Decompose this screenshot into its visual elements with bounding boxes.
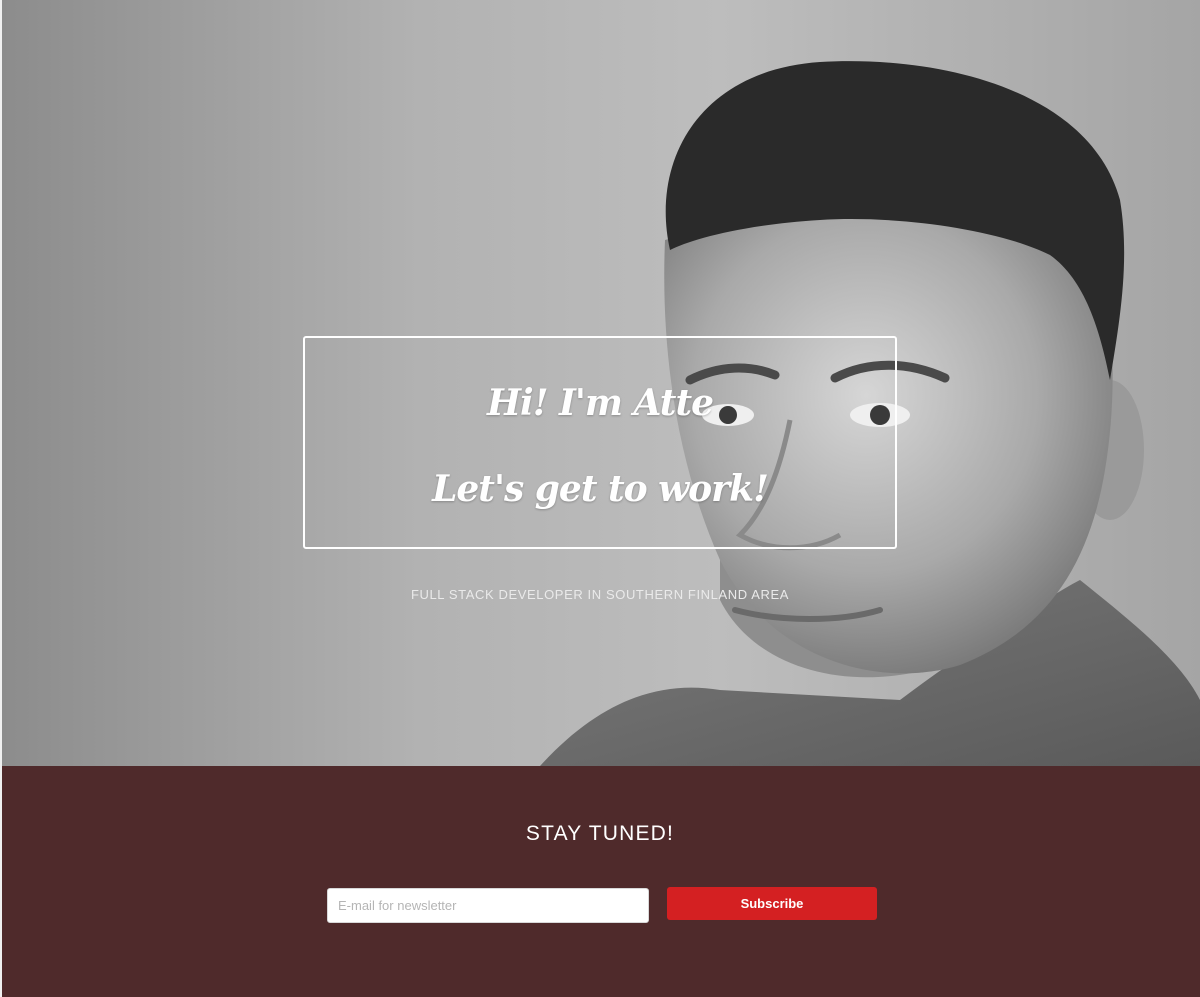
subscribe-button[interactable]: Subscribe xyxy=(667,887,877,920)
tagline-heading: Let's get to work! xyxy=(432,468,769,510)
landing-page: Hi! I'm Atte Let's get to work! FULL STA… xyxy=(0,0,1200,997)
newsletter-section: STAY TUNED! Subscribe xyxy=(0,766,1200,997)
page-left-edge xyxy=(0,0,2,997)
intro-frame: Hi! I'm Atte Let's get to work! xyxy=(303,336,897,549)
hero-section: Hi! I'm Atte Let's get to work! FULL STA… xyxy=(0,0,1200,766)
intro-heading: Hi! I'm Atte xyxy=(487,382,714,424)
job-subtitle: FULL STACK DEVELOPER IN SOUTHERN FINLAND… xyxy=(410,587,790,602)
newsletter-heading: STAY TUNED! xyxy=(525,822,675,845)
newsletter-email-input[interactable] xyxy=(327,888,649,923)
